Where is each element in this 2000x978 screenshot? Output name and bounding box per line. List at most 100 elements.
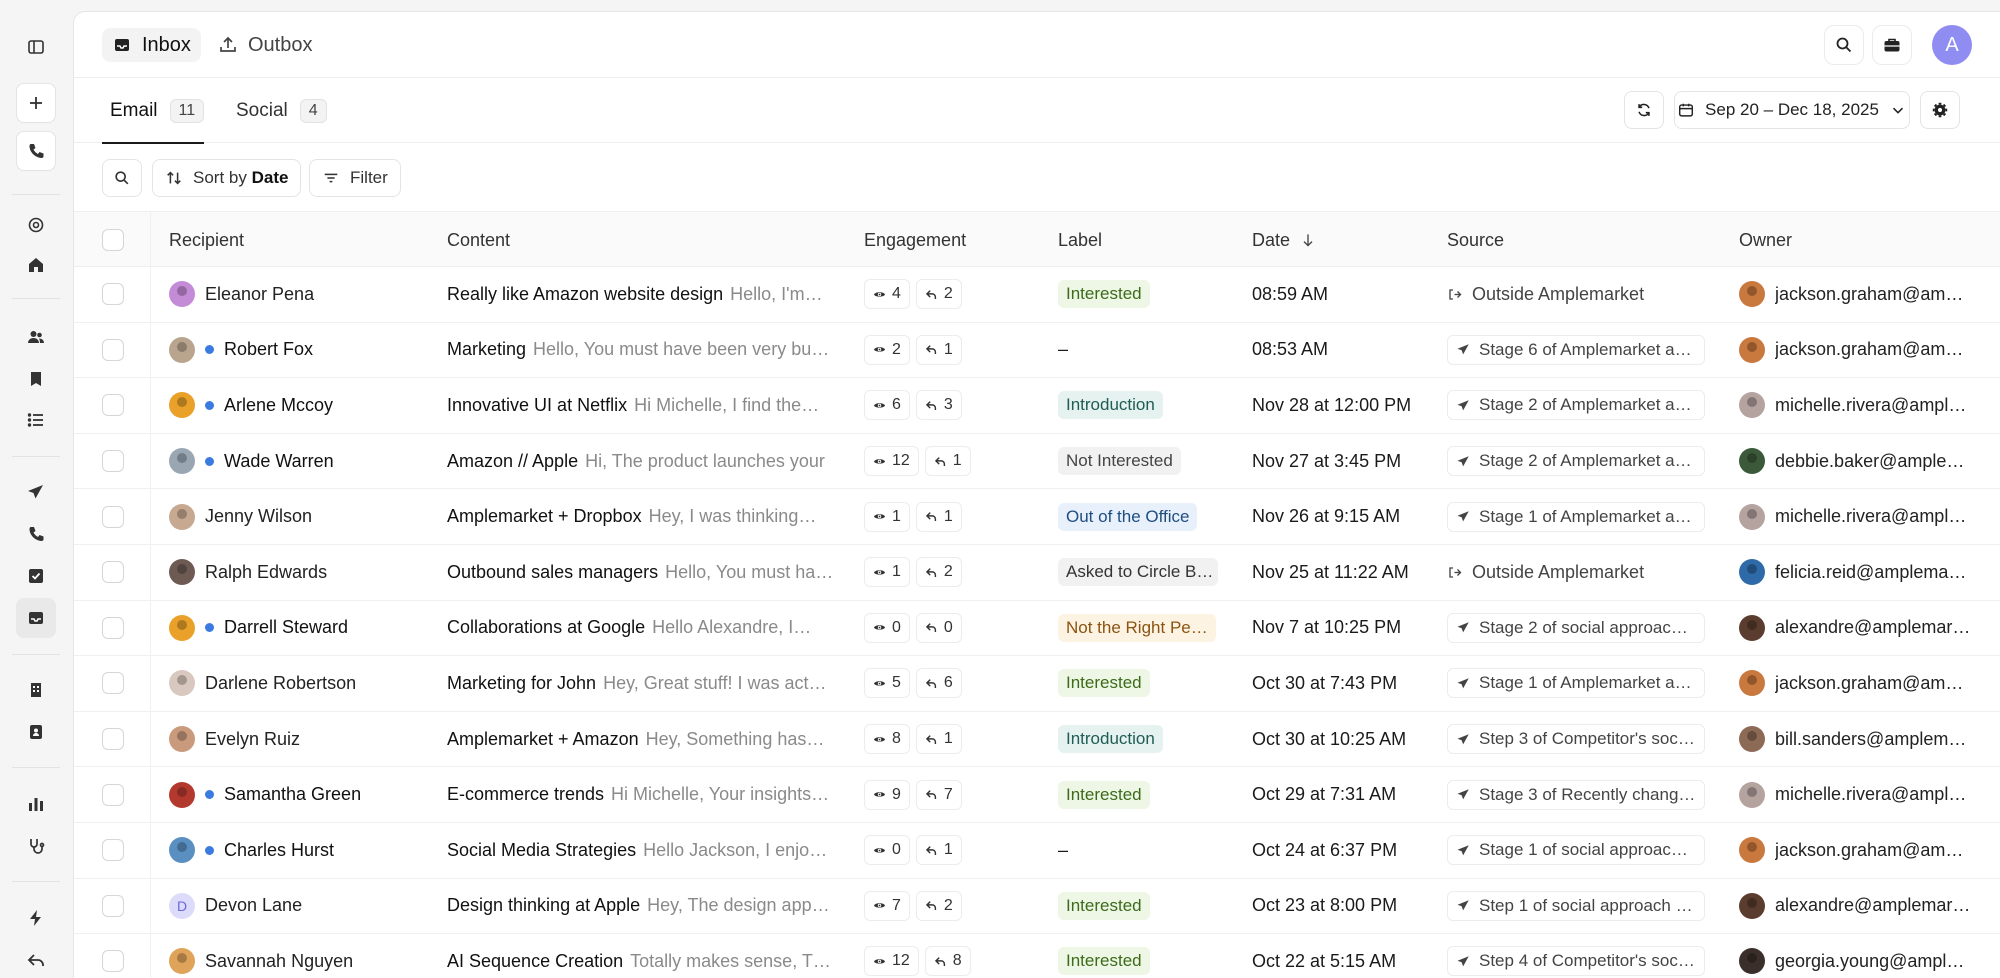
row-checkbox[interactable] — [102, 601, 124, 656]
recipient-cell[interactable]: Ralph Edwards — [169, 545, 429, 600]
sidebar-toggle-icon[interactable] — [16, 27, 56, 67]
content-cell[interactable]: Design thinking at Apple Hey, The design… — [447, 879, 847, 934]
table-row[interactable]: Darrell Steward Collaborations at Google… — [74, 601, 2000, 657]
contact-card-icon[interactable] — [16, 712, 56, 752]
recipient-cell[interactable]: Darlene Robertson — [169, 656, 429, 711]
users-icon[interactable] — [16, 317, 56, 357]
source-chip[interactable]: Step 3 of Competitor's soci… — [1447, 724, 1705, 754]
table-row[interactable]: Darlene Robertson Marketing for John Hey… — [74, 656, 2000, 712]
table-row[interactable]: Arlene Mccoy Innovative UI at Netflix Hi… — [74, 378, 2000, 434]
recipient-cell[interactable]: DDevon Lane — [169, 879, 429, 934]
col-recipient[interactable]: Recipient — [169, 212, 244, 268]
date-range-picker[interactable]: Sep 20 – Dec 18, 2025 — [1674, 91, 1910, 129]
building-icon[interactable] — [16, 670, 56, 710]
recipient-cell[interactable]: Samantha Green — [169, 767, 429, 822]
user-avatar[interactable]: A — [1932, 25, 1972, 65]
label-badge[interactable]: Introduction — [1058, 391, 1163, 419]
source-chip[interactable]: Step 4 of Competitor's soci… — [1447, 946, 1705, 976]
label-badge[interactable]: Interested — [1058, 280, 1150, 308]
check-square-icon[interactable] — [16, 556, 56, 596]
label-badge[interactable]: Interested — [1058, 947, 1150, 975]
col-engagement[interactable]: Engagement — [864, 212, 966, 268]
source-chip[interactable]: Stage 1 of Amplemarket a… — [1447, 502, 1705, 532]
col-content[interactable]: Content — [447, 212, 510, 268]
refresh-button[interactable] — [1624, 91, 1664, 129]
source-chip[interactable]: Stage 2 of Amplemarket a… — [1447, 390, 1705, 420]
col-source[interactable]: Source — [1447, 212, 1504, 268]
recipient-cell[interactable]: Savannah Nguyen — [169, 934, 429, 978]
content-cell[interactable]: E-commerce trends Hi Michelle, Your insi… — [447, 767, 847, 822]
sort-button[interactable]: Sort by Date — [152, 159, 301, 197]
table-search-button[interactable] — [102, 159, 142, 197]
recipient-cell[interactable]: Robert Fox — [169, 323, 429, 378]
stethoscope-icon[interactable] — [16, 826, 56, 866]
tab-email[interactable]: Email 11 — [102, 78, 204, 143]
row-checkbox[interactable] — [102, 267, 124, 322]
source-chip[interactable]: Stage 6 of Amplemarket a… — [1447, 335, 1705, 365]
table-row[interactable]: Robert Fox Marketing Hello, You must hav… — [74, 323, 2000, 379]
select-all-checkbox[interactable] — [102, 212, 124, 268]
row-checkbox[interactable] — [102, 712, 124, 767]
label-badge[interactable]: Interested — [1058, 669, 1150, 697]
tab-outbox[interactable]: Outbox — [208, 28, 322, 62]
label-badge[interactable]: Out of the Office — [1058, 503, 1197, 531]
source-chip[interactable]: Stage 1 of social approach… — [1447, 835, 1705, 865]
row-checkbox[interactable] — [102, 656, 124, 711]
col-owner[interactable]: Owner — [1739, 212, 1792, 268]
bookmark-icon[interactable] — [16, 359, 56, 399]
source-chip[interactable]: Stage 2 of social approach… — [1447, 613, 1705, 643]
table-row[interactable]: Charles Hurst Social Media Strategies He… — [74, 823, 2000, 879]
new-plus-icon[interactable] — [16, 83, 56, 123]
reply-icon[interactable] — [16, 940, 56, 978]
content-cell[interactable]: Social Media Strategies Hello Jackson, I… — [447, 823, 847, 878]
row-checkbox[interactable] — [102, 879, 124, 934]
table-row[interactable]: DDevon Lane Design thinking at Apple Hey… — [74, 879, 2000, 935]
briefcase-button[interactable] — [1872, 25, 1912, 65]
recipient-cell[interactable]: Charles Hurst — [169, 823, 429, 878]
inbox-icon[interactable] — [16, 598, 56, 638]
table-row[interactable]: Ralph Edwards Outbound sales managers He… — [74, 545, 2000, 601]
content-cell[interactable]: AI Sequence Creation Totally makes sense… — [447, 934, 847, 978]
table-row[interactable]: Samantha Green E-commerce trends Hi Mich… — [74, 767, 2000, 823]
home-icon[interactable] — [16, 245, 56, 285]
send-icon[interactable] — [16, 472, 56, 512]
tab-inbox[interactable]: Inbox — [102, 28, 201, 62]
recipient-cell[interactable]: Arlene Mccoy — [169, 378, 429, 433]
label-badge[interactable]: Interested — [1058, 892, 1150, 920]
table-row[interactable]: Jenny Wilson Amplemarket + Dropbox Hey, … — [74, 489, 2000, 545]
label-badge[interactable]: Not the Right Pe… — [1058, 614, 1216, 642]
content-cell[interactable]: Amplemarket + Amazon Hey, Something has… — [447, 712, 847, 767]
content-cell[interactable]: Collaborations at Google Hello Alexandre… — [447, 601, 847, 656]
calls-phone-icon[interactable] — [16, 514, 56, 554]
source-chip[interactable]: Step 1 of social approach |… — [1447, 891, 1705, 921]
label-badge[interactable]: Asked to Circle B… — [1058, 558, 1218, 586]
row-checkbox[interactable] — [102, 823, 124, 878]
content-cell[interactable]: Marketing Hello, You must have been very… — [447, 323, 847, 378]
table-row[interactable]: Eleanor Pena Really like Amazon website … — [74, 267, 2000, 323]
row-checkbox[interactable] — [102, 545, 124, 600]
recipient-cell[interactable]: Darrell Steward — [169, 601, 429, 656]
dialer-phone-icon[interactable] — [16, 131, 56, 171]
content-cell[interactable]: Amplemarket + Dropbox Hey, I was thinkin… — [447, 489, 847, 544]
tab-social[interactable]: Social 4 — [228, 78, 335, 143]
label-badge[interactable]: Interested — [1058, 781, 1150, 809]
content-cell[interactable]: Amazon // Apple Hi, The product launches… — [447, 434, 847, 489]
label-badge[interactable]: Not Interested — [1058, 447, 1181, 475]
content-cell[interactable]: Outbound sales managers Hello, You must … — [447, 545, 847, 600]
recipient-cell[interactable]: Wade Warren — [169, 434, 429, 489]
lightning-icon[interactable] — [16, 898, 56, 938]
row-checkbox[interactable] — [102, 434, 124, 489]
content-cell[interactable]: Really like Amazon website design Hello,… — [447, 267, 847, 322]
source-chip[interactable]: Stage 1 of Amplemarket a… — [1447, 668, 1705, 698]
content-cell[interactable]: Innovative UI at Netflix Hi Michelle, I … — [447, 378, 847, 433]
source-chip[interactable]: Stage 2 of Amplemarket a… — [1447, 446, 1705, 476]
target-icon[interactable] — [16, 205, 56, 245]
row-checkbox[interactable] — [102, 767, 124, 822]
settings-button[interactable] — [1920, 91, 1960, 129]
row-checkbox[interactable] — [102, 489, 124, 544]
filter-button[interactable]: Filter — [309, 159, 401, 197]
content-cell[interactable]: Marketing for John Hey, Great stuff! I w… — [447, 656, 847, 711]
row-checkbox[interactable] — [102, 378, 124, 433]
table-row[interactable]: Wade Warren Amazon // Apple Hi, The prod… — [74, 434, 2000, 490]
recipient-cell[interactable]: Jenny Wilson — [169, 489, 429, 544]
